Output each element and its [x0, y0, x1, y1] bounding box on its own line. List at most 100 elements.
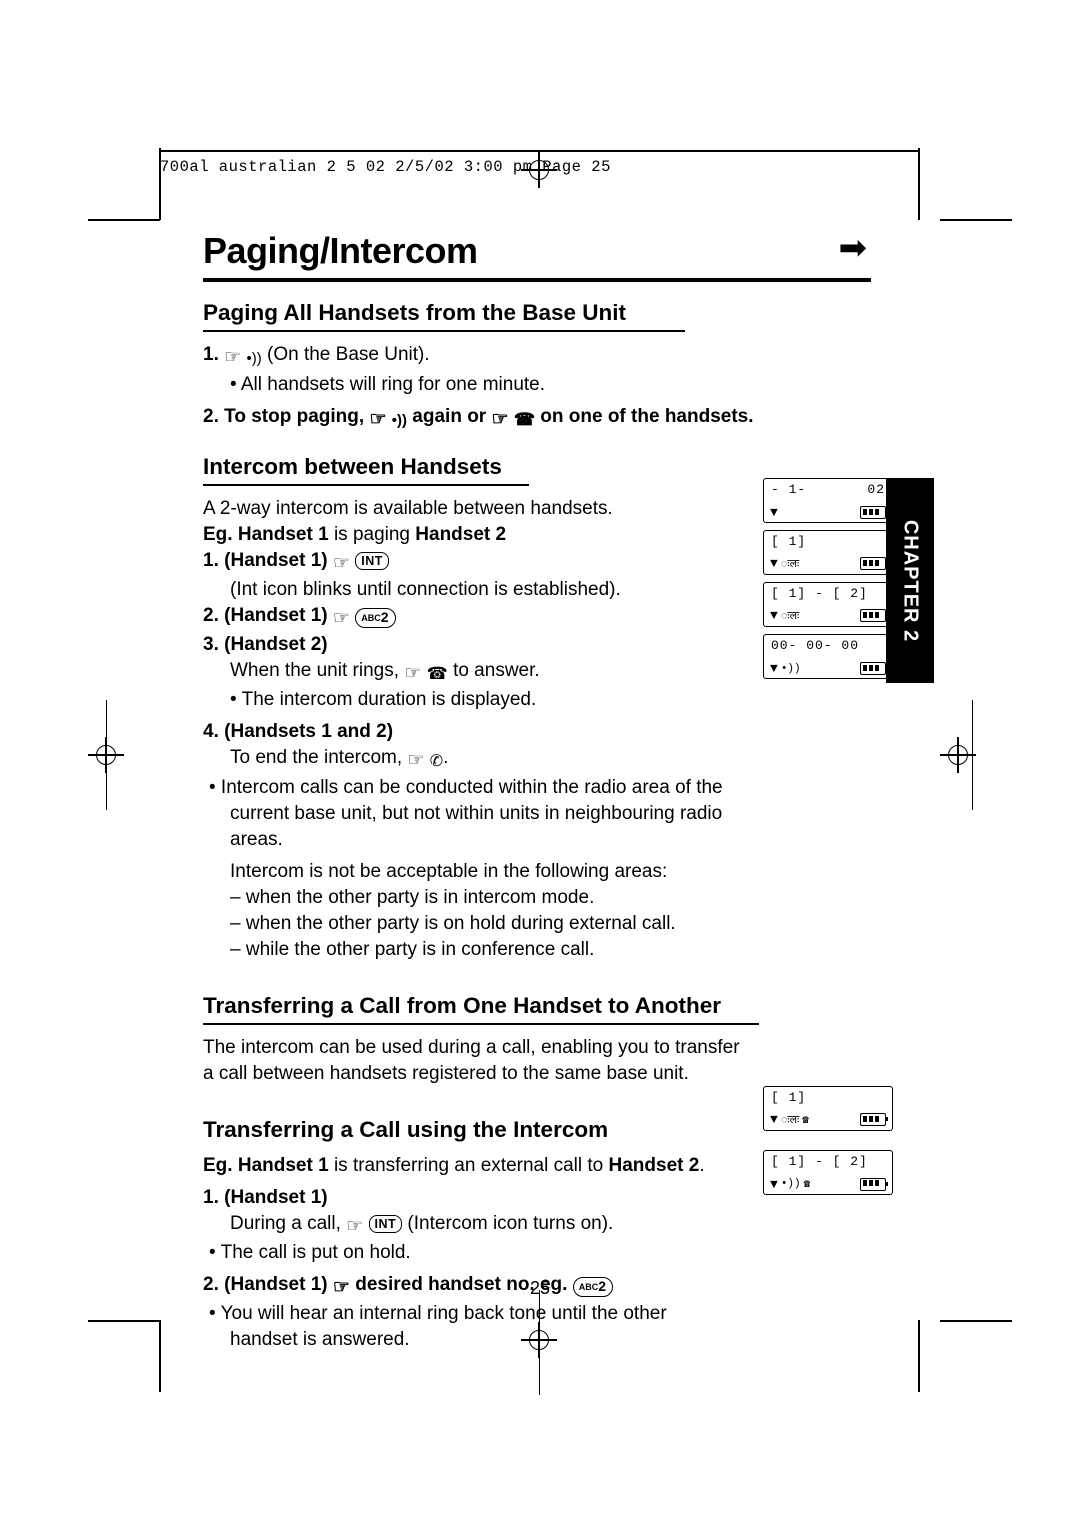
intercom-note-line2: current base unit, but not within units … [230, 803, 723, 824]
transfer-eg-end: . [699, 1155, 705, 1176]
hand-pointer-icon: ☞ [224, 347, 242, 368]
intercom-eg-handset1: Handset 1 [237, 524, 329, 545]
intercom-area-item: – while the other party is in conference… [230, 939, 595, 960]
trim-line-right-upper [918, 148, 920, 220]
intercom-area-item: – when the other party is on hold during… [230, 913, 676, 934]
intercom-step-1-number: 1. [203, 550, 219, 571]
intercom-step-2-label: (Handset 1) [224, 605, 328, 626]
paging-step-1-bullet: • All handsets will ring for one minute. [230, 374, 546, 395]
transfer-step-2-bullet: • You will hear an internal ring back to… [209, 1303, 667, 1324]
page-speaker-icon: •)) [391, 412, 408, 429]
hand-pointer-icon: ☞ [491, 409, 509, 430]
section-paging-all: Paging All Handsets from the Base Unit 1… [203, 300, 871, 434]
transfer-step-1-line: During a call, ☞ INT (Intercom icon turn… [230, 1211, 871, 1240]
intercom-step-4-number: 4. [203, 721, 219, 742]
paging-step-1-number: 1. [203, 344, 219, 365]
talk-key-icon: ☎ [426, 664, 448, 683]
left-vertical-guide [105, 700, 107, 810]
intercom-example: Eg. Handset 1 is paging Handset 2 [203, 522, 871, 548]
transfer-eg-prefix: Eg. [203, 1155, 233, 1176]
transfer-step-1: 1. (Handset 1) [203, 1185, 871, 1211]
abc-key-prefix: ABC [361, 613, 381, 623]
paging-step-2-a: To stop paging, [224, 406, 365, 427]
paging-step-2: 2. To stop paging, ☞ •)) again or ☞ ☎ on… [203, 404, 871, 434]
int-key-icon: INT [355, 552, 389, 570]
transfer-body-line-1: The intercom can be used during a call, … [203, 1037, 740, 1058]
arrow-right-icon: ➡ [838, 229, 868, 267]
trim-line-left-lower [159, 1320, 161, 1392]
paging-step-1: 1. ☞ •)) (On the Base Unit). [203, 342, 871, 372]
paging-step-2-number: 2. [203, 406, 219, 427]
page-number: 25 [529, 1278, 551, 1298]
hand-pointer-icon: ☞ [407, 750, 425, 771]
chapter-tab-label: CHAPTER 2 [899, 519, 922, 642]
intercom-area-item: – when the other party is in intercom mo… [230, 887, 595, 908]
intercom-eg-prefix: Eg. [203, 524, 233, 545]
transfer-step-1-number: 1. [203, 1187, 219, 1208]
transfer-step-1-bullet: • The call is put on hold. [209, 1242, 411, 1263]
intercom-step-4-label: (Handsets 1 and 2) [224, 721, 394, 742]
chapter-tab: CHAPTER 2 [886, 478, 934, 683]
hand-pointer-icon: ☞ [332, 608, 350, 629]
intercom-step-3-number: 3. [203, 634, 219, 655]
section-rule-transfer [203, 1023, 759, 1025]
section-rule-intercom-between [203, 484, 529, 486]
section-heading-transfer: Transferring a Call from One Handset to … [203, 993, 721, 1018]
page-content: Paging/Intercom ➡ Paging All Handsets fr… [203, 230, 871, 1359]
trim-line-bottom-left [88, 1320, 160, 1322]
intercom-step-3: 3. (Handset 2) [203, 632, 871, 658]
page-speaker-icon: •)) [246, 350, 262, 367]
transfer-eg-handset1: Handset 1 [237, 1155, 329, 1176]
intercom-step-3-tail: to answer. [453, 660, 540, 681]
intercom-note-bullet: • Intercom calls can be conducted within… [209, 777, 723, 798]
intercom-step-3-label: (Handset 2) [224, 634, 328, 655]
section-heading-transfer-intercom: Transferring a Call using the Intercom [203, 1117, 609, 1142]
section-intercom-between: Intercom between Handsets A 2-way interc… [203, 454, 871, 963]
intercom-step-1-note: (Int icon blinks until connection is est… [230, 579, 621, 600]
transfer-step-2-bullet-line2: handset is answered. [230, 1329, 410, 1350]
hand-pointer-icon: ☞ [332, 553, 350, 574]
intercom-step-3-bullet: • The intercom duration is displayed. [230, 689, 537, 710]
trim-line-top-left [88, 219, 160, 221]
paging-step-2-b: again or [412, 406, 487, 427]
transfer-intercom-example: Eg. Handset 1 is transferring an externa… [203, 1153, 871, 1179]
intercom-step-3-line: When the unit rings, ☞ ☎ to answer. [230, 658, 871, 687]
page-title: Paging/Intercom [203, 230, 478, 271]
transfer-eg-mid: is transferring an external call to [333, 1155, 604, 1176]
hand-pointer-icon: ☞ [369, 409, 387, 430]
intercom-step-4-tail: . [443, 747, 449, 768]
section-heading-paging-all: Paging All Handsets from the Base Unit [203, 300, 626, 325]
intercom-areas-intro: Intercom is not be acceptable in the fol… [230, 861, 668, 882]
trim-line-right-lower [918, 1320, 920, 1392]
transfer-step-1-tail: (Intercom icon turns on). [407, 1213, 614, 1234]
trim-line-top-right [940, 219, 1012, 221]
section-transfer: Transferring a Call from One Handset to … [203, 993, 871, 1087]
trim-line-bottom-right [940, 1320, 1012, 1322]
transfer-eg-handset2: Handset 2 [608, 1155, 700, 1176]
talk-key-icon: ☎ [513, 410, 535, 429]
section-heading-intercom-between: Intercom between Handsets [203, 454, 502, 479]
hand-pointer-icon: ☞ [346, 1216, 364, 1237]
intercom-eg-handset2: Handset 2 [415, 524, 507, 545]
title-rule [203, 278, 871, 282]
intercom-eg-mid: is paging [333, 524, 410, 545]
paging-step-1-text: (On the Base Unit). [267, 344, 430, 365]
transfer-step-1-text: During a call, [230, 1213, 341, 1234]
intercom-step-3-text: When the unit rings, [230, 660, 399, 681]
int-key-icon: INT [368, 1215, 403, 1233]
hand-pointer-icon: ☞ [404, 663, 422, 684]
paging-step-2-c: on one of the handsets. [540, 406, 754, 427]
right-vertical-guide [971, 700, 973, 810]
intercom-step-4: 4. (Handsets 1 and 2) [203, 719, 871, 745]
intercom-step-4-text: To end the intercom, [230, 747, 403, 768]
abc-2-key-icon: ABC2 [355, 608, 396, 628]
end-call-key-icon: ✆ [429, 753, 444, 770]
transfer-body-line-2: a call between handsets registered to th… [203, 1063, 689, 1084]
intercom-step-4-line: To end the intercom, ☞ ✆. [230, 745, 871, 775]
intercom-step-1-label: (Handset 1) [224, 550, 328, 571]
transfer-step-1-label: (Handset 1) [224, 1187, 328, 1208]
intercom-note-line3: areas. [230, 829, 283, 850]
section-rule-paging-all [203, 330, 685, 332]
slug-rule [160, 150, 920, 152]
title-row: Paging/Intercom ➡ [203, 230, 871, 272]
